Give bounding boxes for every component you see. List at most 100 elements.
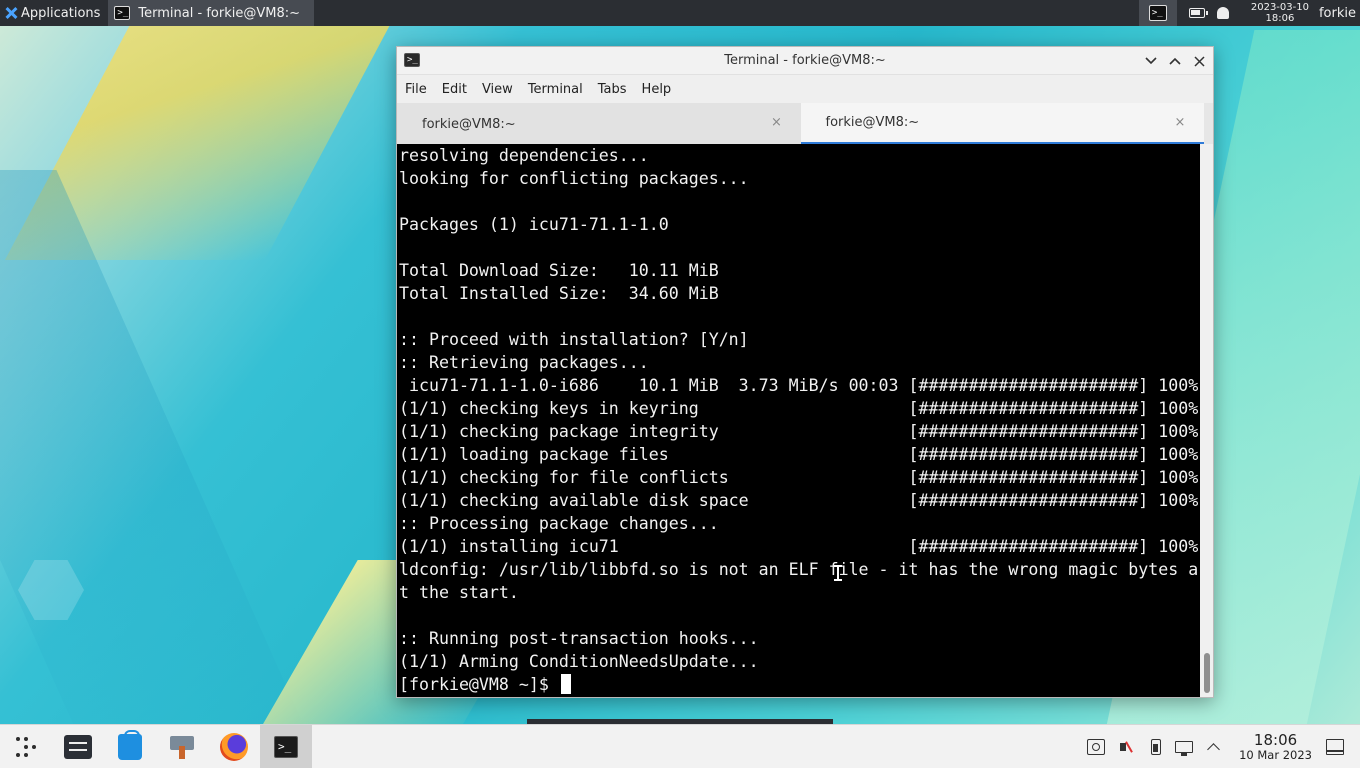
battery-icon[interactable] (1188, 8, 1208, 18)
terminal-line: :: Processing package changes... (399, 512, 1200, 535)
terminal-line-text: icu71-71.1-1.0-i686 10.1 MiB 3.73 MiB/s … (399, 376, 1199, 395)
menu-edit[interactable]: Edit (442, 82, 476, 97)
tab-close-icon[interactable]: × (1173, 116, 1187, 130)
terminal-line-text: t the start. (399, 583, 519, 602)
volume-muted-icon[interactable] (1119, 739, 1137, 755)
clock-date: 10 Mar 2023 (1239, 747, 1312, 762)
window-icon: >_ (404, 53, 420, 67)
software-store-button[interactable] (104, 725, 156, 768)
tab-2[interactable]: forkie@VM8:~ × (800, 103, 1204, 145)
application-launcher-button[interactable] (0, 725, 52, 768)
terminal-line: [forkie@VM8 ~]$ (399, 673, 1200, 696)
firefox-button[interactable] (208, 725, 260, 768)
applications-logo-icon (4, 6, 18, 20)
scrollbar-thumb[interactable] (1204, 653, 1210, 693)
terminal-line-text: Total Download Size: 10.11 MiB (399, 261, 719, 280)
terminal-line-text: (1/1) Arming ConditionNeedsUpdate... (399, 652, 759, 671)
tab-bar: forkie@VM8:~ × forkie@VM8:~ × (397, 103, 1213, 145)
taskbar-clock[interactable]: 18:06 10 Mar 2023 (1233, 730, 1326, 762)
terminal-line-text: ldconfig: /usr/lib/libbfd.so is not an E… (399, 560, 1199, 579)
terminal-line: :: Proceed with installation? [Y/n] (399, 328, 1200, 351)
terminal-line-text: resolving dependencies... (399, 146, 649, 165)
menu-file[interactable]: File (405, 82, 436, 97)
taskbar-window-button[interactable]: >_ Terminal - forkie@VM8:~ (108, 0, 314, 26)
terminal-icon: >_ (404, 53, 420, 67)
applications-label: Applications (21, 5, 101, 21)
terminal-line-text: Total Installed Size: 34.60 MiB (399, 284, 719, 303)
terminal-output[interactable]: resolving dependencies... looking for con… (397, 144, 1200, 697)
terminal-line: (1/1) installing icu71 [################… (399, 535, 1200, 558)
screenshot-icon[interactable] (1087, 738, 1106, 755)
menu-view[interactable]: View (482, 82, 522, 97)
file-manager-icon (64, 734, 92, 759)
terminal-window: >_ Terminal - forkie@VM8:~ File Edit Vie… (396, 46, 1214, 698)
top-panel-clock[interactable]: 2023-03-10 18:06 (1241, 2, 1319, 24)
terminal-scrollbar[interactable] (1200, 144, 1213, 697)
package-manager-button[interactable] (156, 725, 208, 768)
file-manager-button[interactable] (52, 725, 104, 768)
firefox-icon (220, 732, 248, 761)
terminal-line-text: (1/1) loading package files [###########… (399, 445, 1199, 464)
terminal-line: (1/1) checking keys in keyring [########… (399, 397, 1200, 420)
tab-close-icon[interactable]: × (770, 116, 784, 130)
terminal-line-text: :: Processing package changes... (399, 514, 719, 533)
tab-1[interactable]: forkie@VM8:~ × (397, 103, 801, 145)
terminal-line: (1/1) loading package files [###########… (399, 443, 1200, 466)
application-launcher-icon (13, 734, 39, 760)
terminal-line-text: :: Running post-transaction hooks... (399, 629, 759, 648)
close-button[interactable] (1189, 50, 1209, 72)
user-menu[interactable]: forkie (1319, 6, 1360, 21)
terminal-line-text: Packages (1) icu71-71.1-1.0 (399, 215, 669, 234)
terminal-line: (1/1) checking available disk space [###… (399, 489, 1200, 512)
clock-time: 18:06 (1253, 730, 1298, 749)
terminal-line: (1/1) checking for file conflicts [#####… (399, 466, 1200, 489)
terminal-button[interactable]: >_ (260, 724, 312, 768)
terminal-line-text: (1/1) checking keys in keyring [########… (399, 399, 1199, 418)
clock-date: 2023-03-10 (1250, 2, 1309, 13)
terminal-line-text: looking for conflicting packages... (399, 169, 749, 188)
terminal-icon: >_ (274, 735, 298, 758)
chevron-down-icon (1145, 57, 1157, 65)
taskbar-window-title: Terminal - forkie@VM8:~ (138, 5, 300, 21)
terminal-line-text: (1/1) checking available disk space [###… (399, 491, 1199, 510)
terminal-line: (1/1) checking package integrity [######… (399, 420, 1200, 443)
terminal-line: icu71-71.1-1.0-i686 10.1 MiB 3.73 MiB/s … (399, 374, 1200, 397)
terminal-line-text: [forkie@VM8 ~]$ (399, 675, 559, 694)
menu-bar: File Edit View Terminal Tabs Help (397, 75, 1213, 103)
window-titlebar[interactable]: >_ Terminal - forkie@VM8:~ (397, 47, 1213, 75)
network-icon[interactable] (1175, 740, 1194, 756)
terminal-line: resolving dependencies... (399, 144, 1200, 167)
applications-menu-button[interactable]: Applications (0, 0, 106, 26)
notification-bell-icon[interactable] (1216, 7, 1229, 19)
terminal-line-text: (1/1) installing icu71 [################… (399, 537, 1199, 556)
close-icon (1193, 55, 1205, 67)
menu-terminal[interactable]: Terminal (528, 82, 592, 97)
terminal-line-text: (1/1) checking package integrity [######… (399, 422, 1199, 441)
terminal-launcher-button[interactable]: >_ (1138, 0, 1177, 26)
clock-time: 18:06 (1265, 13, 1295, 24)
terminal-cursor (560, 674, 571, 694)
chevron-up-icon (1169, 57, 1181, 65)
terminal-line: t the start. (399, 581, 1200, 604)
terminal-icon: >_ (114, 6, 131, 20)
battery-icon[interactable] (1151, 738, 1162, 755)
show-desktop-icon[interactable] (1326, 738, 1344, 755)
minimize-button[interactable] (1141, 50, 1161, 72)
chevron-up-icon[interactable] (1207, 741, 1219, 753)
menu-help[interactable]: Help (642, 82, 681, 97)
system-tray (1087, 738, 1233, 756)
software-store-icon (118, 729, 142, 760)
terminal-line: looking for conflicting packages... (399, 167, 1200, 190)
package-manager-icon (169, 734, 195, 760)
terminal-line-text: :: Retrieving packages... (399, 353, 649, 372)
menu-tabs[interactable]: Tabs (598, 82, 636, 97)
terminal-line: Packages (1) icu71-71.1-1.0 (399, 213, 1200, 236)
maximize-button[interactable] (1165, 50, 1185, 72)
terminal-line: :: Retrieving packages... (399, 351, 1200, 374)
text-cursor-icon (834, 565, 842, 581)
top-panel: Applications >_ Terminal - forkie@VM8:~ … (0, 0, 1360, 26)
